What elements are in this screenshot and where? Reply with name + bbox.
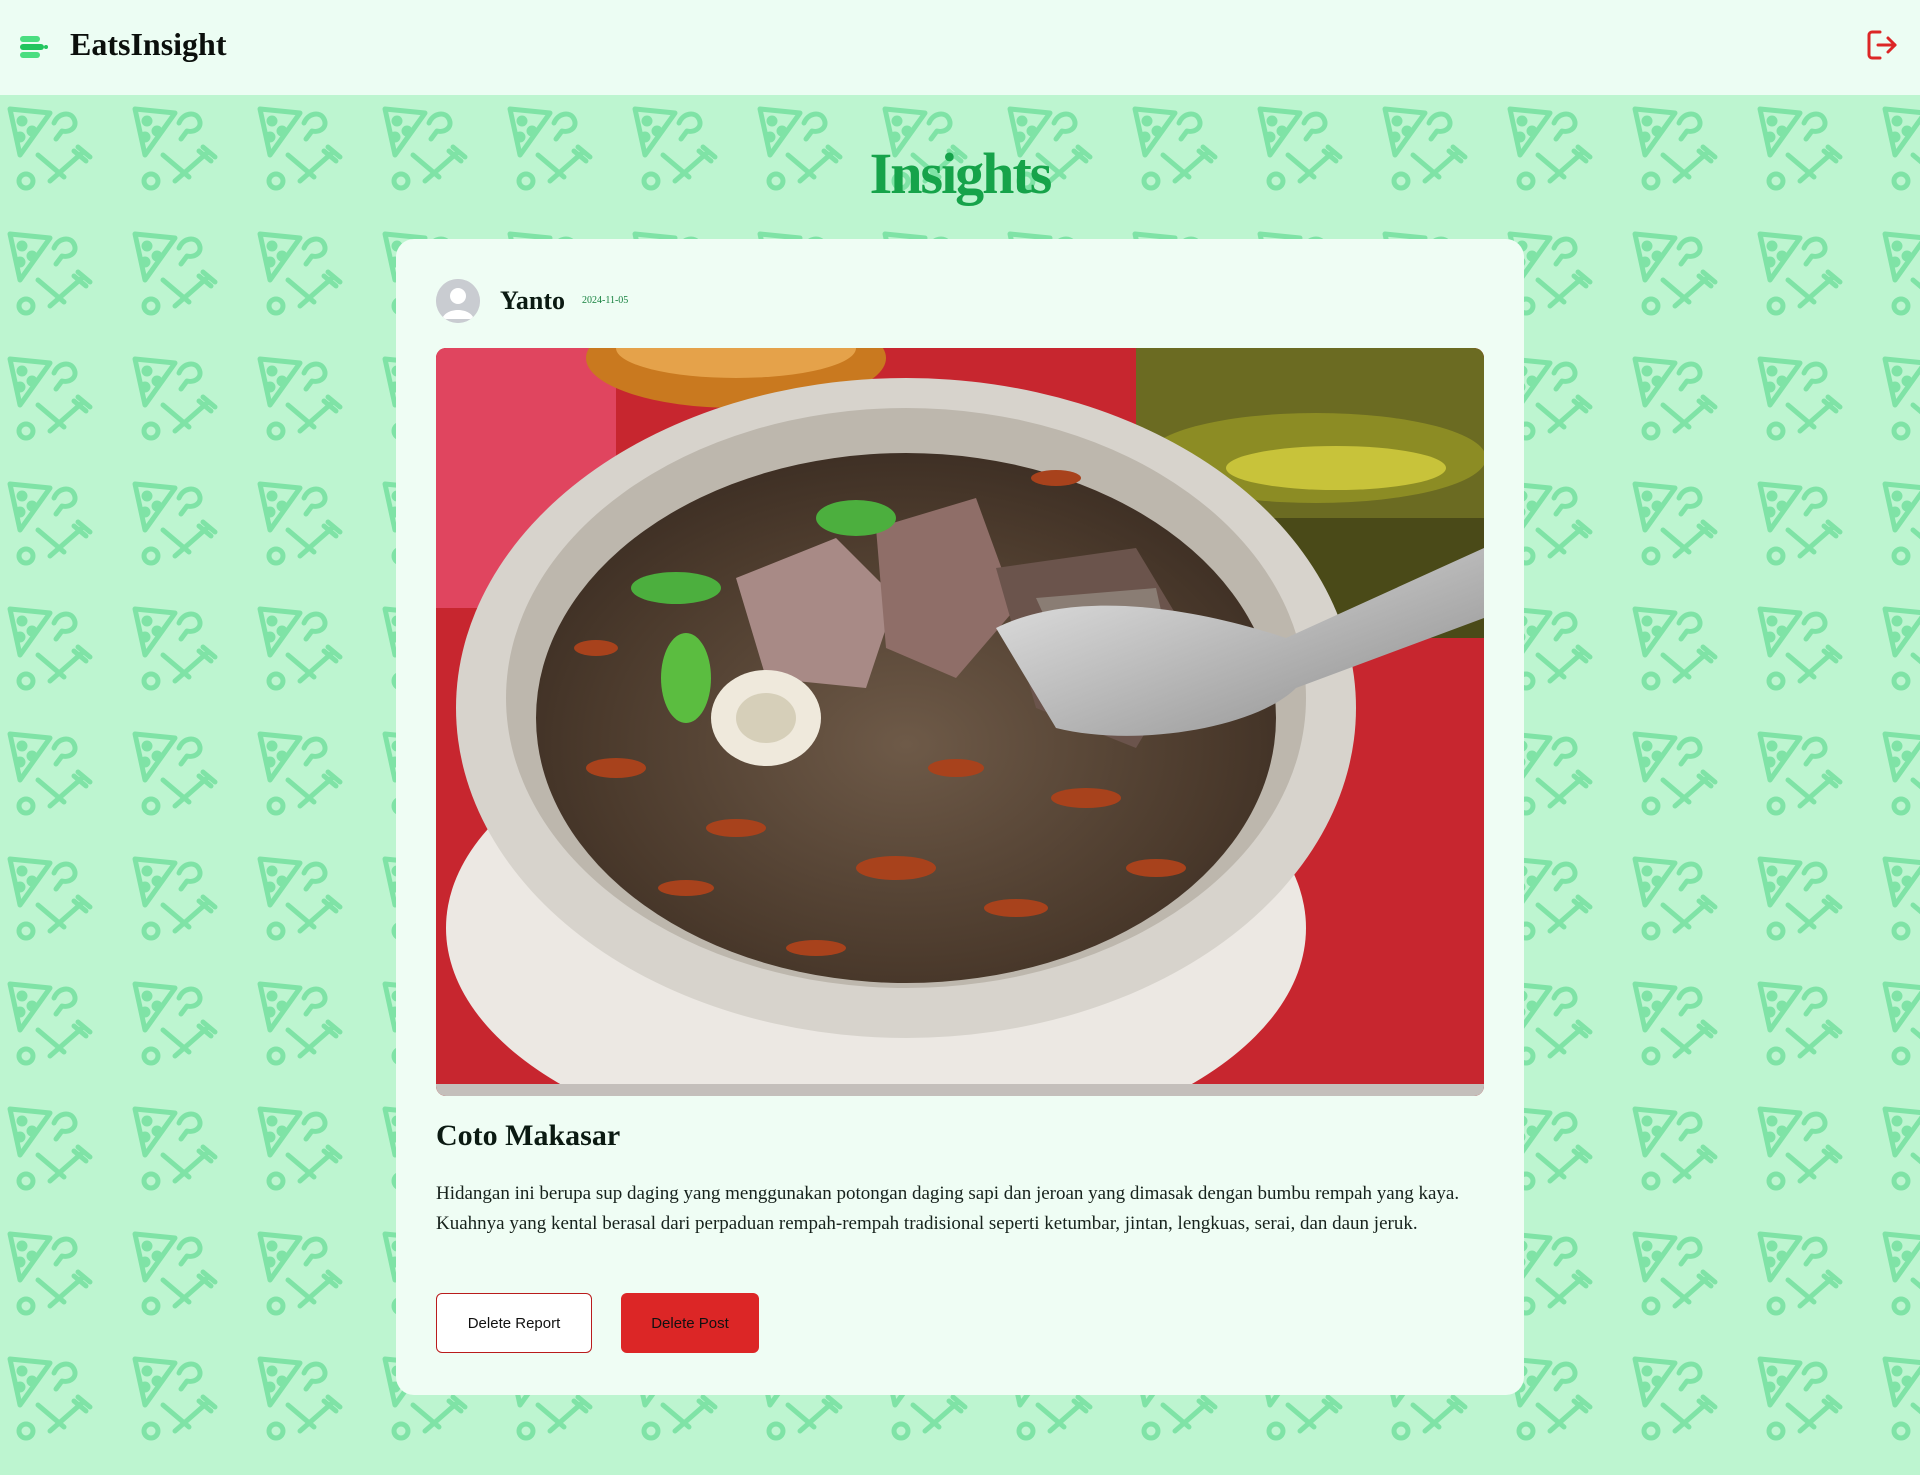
post-date: 2024-11-05 bbox=[582, 295, 629, 306]
post-image bbox=[436, 348, 1484, 1096]
avatar[interactable] bbox=[436, 279, 480, 323]
logout-icon[interactable] bbox=[1866, 28, 1898, 62]
delete-post-button[interactable]: Delete Post bbox=[621, 1293, 759, 1353]
post-card: Yanto 2024-11-05 Coto Makasar Hidangan i… bbox=[396, 239, 1524, 1395]
menu-food-icon[interactable] bbox=[18, 34, 48, 60]
soup-photo-illustration bbox=[436, 348, 1484, 1096]
delete-report-button[interactable]: Delete Report bbox=[436, 1293, 592, 1353]
post-author[interactable]: Yanto bbox=[500, 286, 565, 316]
post-title: Coto Makasar bbox=[436, 1119, 621, 1152]
app-brand[interactable]: EatsInsight bbox=[70, 26, 227, 63]
post-description: Hidangan ini berupa sup daging yang meng… bbox=[436, 1183, 1460, 1234]
user-avatar-icon bbox=[436, 279, 480, 323]
page-title: Insights bbox=[869, 141, 1053, 206]
top-header: EatsInsight bbox=[0, 0, 1920, 95]
